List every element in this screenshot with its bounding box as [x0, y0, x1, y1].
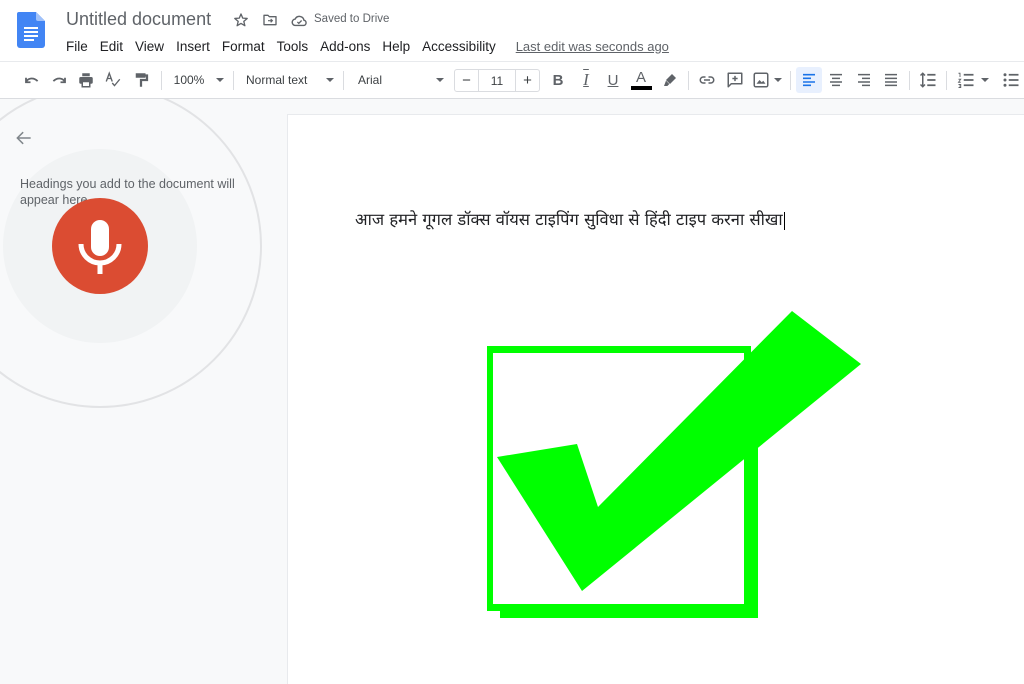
numbered-list-button[interactable]: [952, 62, 994, 98]
spellcheck-button[interactable]: [100, 62, 126, 98]
font-size-stepper: − 11 +: [454, 69, 540, 92]
zoom-dropdown[interactable]: 100%: [172, 62, 226, 98]
separator: [790, 71, 791, 90]
zoom-value: 100%: [173, 73, 205, 87]
outline-empty-hint: Headings you add to the document will ap…: [20, 177, 235, 207]
increase-font-size-button[interactable]: +: [516, 70, 539, 91]
print-icon: [79, 73, 93, 88]
paint-format-icon: [135, 73, 149, 87]
title-bar: Untitled document Saved to Drive File Ed…: [0, 0, 1024, 62]
checkmark-image[interactable]: [288, 115, 1024, 684]
menu-tools[interactable]: Tools: [271, 39, 315, 54]
font-value: Arial: [358, 73, 383, 87]
cloud-saved-icon[interactable]: [289, 10, 309, 30]
italic-button[interactable]: I: [573, 62, 599, 98]
font-dropdown[interactable]: Arial: [358, 62, 444, 98]
document-outline-panel: Headings you add to the document will ap…: [0, 99, 288, 684]
chevron-down-icon: [436, 78, 444, 82]
style-value: Normal text: [246, 73, 308, 87]
bold-icon: B: [552, 71, 564, 89]
bold-button[interactable]: B: [545, 62, 571, 98]
style-dropdown[interactable]: Normal text: [246, 62, 334, 98]
align-right-button[interactable]: [851, 62, 877, 98]
separator: [946, 71, 947, 90]
highlight-button[interactable]: [657, 62, 683, 98]
justify-icon: [885, 73, 897, 87]
justify-button[interactable]: [878, 62, 904, 98]
separator: [343, 71, 344, 90]
highlighter-icon: [664, 74, 676, 86]
menu-insert[interactable]: Insert: [170, 39, 216, 54]
menu-add-ons[interactable]: Add-ons: [314, 39, 376, 54]
print-button[interactable]: [73, 62, 99, 98]
align-left-icon: [803, 73, 815, 87]
separator: [688, 71, 689, 90]
menu-help[interactable]: Help: [376, 39, 416, 54]
menu-accessibility[interactable]: Accessibility: [416, 39, 502, 54]
bulleted-list-button[interactable]: [998, 62, 1024, 98]
chevron-down-icon: [326, 78, 334, 82]
align-center-icon: [830, 73, 842, 87]
menu-format[interactable]: Format: [216, 39, 271, 54]
chevron-down-icon: [981, 78, 989, 82]
docs-logo-icon[interactable]: [17, 12, 45, 48]
bulleted-list-icon: [1003, 73, 1019, 87]
separator: [233, 71, 234, 90]
back-arrow-icon[interactable]: [14, 128, 34, 148]
star-icon[interactable]: [231, 10, 251, 30]
spellcheck-icon: [105, 71, 121, 87]
microphone-icon: [78, 220, 122, 274]
move-to-folder-icon[interactable]: [260, 10, 280, 30]
undo-icon: [25, 77, 39, 84]
numbered-list-icon: [957, 72, 974, 88]
italic-icon: I: [583, 70, 589, 89]
paint-format-button[interactable]: [128, 62, 154, 98]
line-spacing-button[interactable]: [915, 62, 941, 98]
decrease-font-size-button[interactable]: −: [455, 70, 478, 91]
add-comment-icon: [727, 72, 743, 88]
voice-typing-mic-button[interactable]: [52, 198, 148, 294]
insert-link-button[interactable]: [694, 62, 720, 98]
separator: [161, 71, 162, 90]
text-color-swatch: [630, 86, 652, 90]
toolbar: 100% Normal text Arial − 11 + B I U A: [0, 61, 1024, 99]
chevron-down-icon: [216, 78, 225, 82]
menu-bar: File Edit View Insert Format Tools Add-o…: [60, 37, 669, 55]
menu-edit[interactable]: Edit: [94, 39, 129, 54]
font-size-input[interactable]: 11: [478, 70, 516, 91]
menu-view[interactable]: View: [129, 39, 170, 54]
menu-file[interactable]: File: [60, 39, 94, 54]
line-spacing-icon: [919, 72, 936, 88]
document-page[interactable]: आज हमने गूगल डॉक्स वॉयस टाइपिंग सुविधा स…: [288, 115, 1024, 684]
last-edit-link[interactable]: Last edit was seconds ago: [516, 39, 669, 54]
text-color-button[interactable]: A: [628, 62, 654, 98]
document-title[interactable]: Untitled document: [66, 9, 211, 30]
align-center-button[interactable]: [823, 62, 849, 98]
text-color-icon: A: [635, 69, 646, 86]
image-icon: [753, 72, 769, 88]
undo-button[interactable]: [19, 62, 45, 98]
link-icon: [699, 76, 715, 84]
save-status: Saved to Drive: [314, 13, 390, 25]
redo-button[interactable]: [46, 62, 72, 98]
underline-icon: U: [607, 71, 619, 89]
insert-image-button[interactable]: [750, 62, 784, 98]
underline-button[interactable]: U: [600, 62, 626, 98]
separator: [909, 71, 910, 90]
redo-icon: [52, 77, 66, 84]
chevron-down-icon: [774, 78, 782, 82]
align-right-icon: [858, 73, 870, 87]
align-left-button[interactable]: [796, 67, 822, 93]
insert-comment-button[interactable]: [722, 62, 748, 98]
